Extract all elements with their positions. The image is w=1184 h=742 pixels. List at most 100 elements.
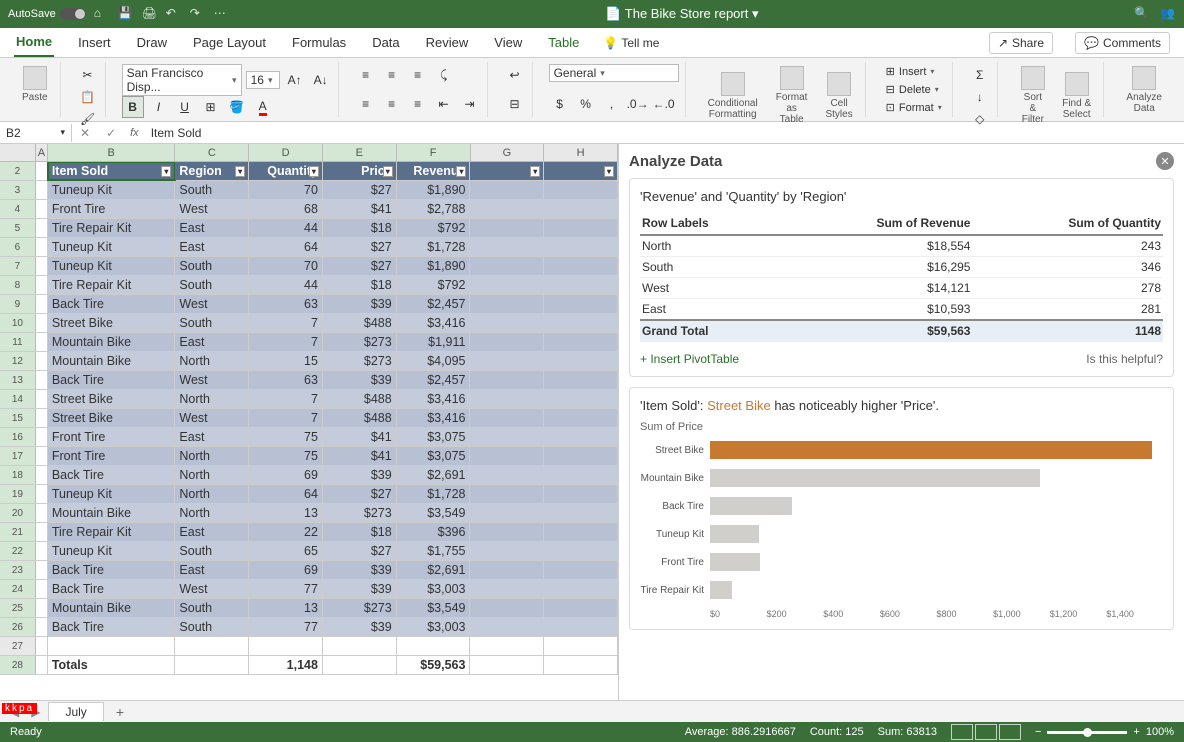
cell[interactable]: 44 <box>249 219 323 237</box>
cell[interactable]: $39 <box>323 466 397 484</box>
cell[interactable]: $27 <box>323 542 397 560</box>
cell[interactable] <box>470 523 544 541</box>
cell[interactable]: Tuneup Kit <box>48 257 176 275</box>
cell[interactable]: $1,728 <box>397 485 471 503</box>
align-middle-icon[interactable]: ≡ <box>381 64 403 86</box>
cell[interactable]: $41 <box>323 447 397 465</box>
cell[interactable]: North <box>175 466 249 484</box>
col-header[interactable]: B <box>48 144 176 161</box>
cell[interactable]: Mountain Bike <box>48 352 176 370</box>
zoom-in-icon[interactable]: + <box>1133 726 1139 738</box>
paste-button[interactable]: Paste <box>16 64 54 105</box>
cell[interactable]: 69 <box>249 561 323 579</box>
cell[interactable]: East <box>175 238 249 256</box>
fx-icon[interactable]: fx <box>124 127 145 139</box>
cell[interactable]: West <box>175 200 249 218</box>
cell[interactable]: 63 <box>249 371 323 389</box>
cell[interactable] <box>470 542 544 560</box>
cell[interactable]: $396 <box>397 523 471 541</box>
cell[interactable]: $488 <box>323 390 397 408</box>
col-header[interactable]: C <box>175 144 249 161</box>
decrease-font-icon[interactable]: A↓ <box>310 69 332 91</box>
cell[interactable]: $27 <box>323 257 397 275</box>
underline-button[interactable]: U <box>174 96 196 118</box>
row-header[interactable]: 19 <box>0 485 36 503</box>
cell[interactable]: North <box>175 485 249 503</box>
col-header[interactable]: E <box>323 144 397 161</box>
cell[interactable]: East <box>175 333 249 351</box>
zoom-out-icon[interactable]: − <box>1035 726 1041 738</box>
cell[interactable] <box>544 580 618 598</box>
cell[interactable] <box>470 333 544 351</box>
cell[interactable]: $488 <box>323 409 397 427</box>
cell[interactable]: $18 <box>323 523 397 541</box>
cell[interactable] <box>544 390 618 408</box>
cell[interactable]: Tire Repair Kit <box>48 276 176 294</box>
cell[interactable]: 70 <box>249 257 323 275</box>
cell[interactable]: North <box>175 504 249 522</box>
home-icon[interactable]: ⌂ <box>94 6 110 22</box>
number-format-dropdown[interactable]: General <box>549 64 679 82</box>
zoom-control[interactable]: − + 100% <box>1035 726 1174 738</box>
row-header[interactable]: 25 <box>0 599 36 617</box>
print-icon[interactable]: 🖨 <box>142 6 158 22</box>
cell[interactable] <box>544 466 618 484</box>
cell[interactable] <box>470 428 544 446</box>
cell[interactable] <box>544 257 618 275</box>
page-layout-view-icon[interactable] <box>975 724 997 740</box>
name-box[interactable]: B2▾ <box>0 124 72 142</box>
cell[interactable]: 22 <box>249 523 323 541</box>
cell[interactable]: 75 <box>249 447 323 465</box>
row-header[interactable]: 6 <box>0 238 36 256</box>
cell[interactable]: Back Tire <box>48 561 176 579</box>
cell[interactable]: Back Tire <box>48 618 176 636</box>
tell-me[interactable]: 💡 Tell me <box>603 36 659 50</box>
cell[interactable]: $3,549 <box>397 504 471 522</box>
cell[interactable]: $273 <box>323 599 397 617</box>
row-header[interactable]: 3 <box>0 181 36 199</box>
cell[interactable] <box>544 656 618 674</box>
helpful-link[interactable]: Is this helpful? <box>1086 352 1163 366</box>
wrap-text-icon[interactable]: ↩ <box>504 64 526 86</box>
cell[interactable]: East <box>175 428 249 446</box>
row-header[interactable]: 23 <box>0 561 36 579</box>
row-header[interactable]: 9 <box>0 295 36 313</box>
cell[interactable]: North <box>175 447 249 465</box>
row-header[interactable]: 8 <box>0 276 36 294</box>
cell[interactable] <box>323 656 397 674</box>
cell[interactable]: 13 <box>249 599 323 617</box>
cell[interactable]: South <box>175 599 249 617</box>
conditional-formatting-button[interactable]: Conditional Formatting <box>702 70 764 122</box>
spreadsheet[interactable]: A B C D E F G H 2Item SoldRegionQuantity… <box>0 144 618 700</box>
cell[interactable]: $273 <box>323 352 397 370</box>
font-color-icon[interactable]: A <box>252 96 274 118</box>
row-header[interactable]: 15 <box>0 409 36 427</box>
cell[interactable] <box>544 542 618 560</box>
cell[interactable]: South <box>175 314 249 332</box>
cell[interactable]: Tuneup Kit <box>48 238 176 256</box>
cell[interactable]: Revenue <box>397 162 471 180</box>
align-right-icon[interactable]: ≡ <box>407 93 429 115</box>
cell[interactable] <box>470 447 544 465</box>
find-select-button[interactable]: Find & Select <box>1056 70 1098 122</box>
cell[interactable]: $41 <box>323 200 397 218</box>
cell[interactable]: West <box>175 580 249 598</box>
col-header[interactable]: F <box>397 144 471 161</box>
cell[interactable] <box>249 637 323 655</box>
cell[interactable]: $2,691 <box>397 466 471 484</box>
cell[interactable]: North <box>175 352 249 370</box>
redo-icon[interactable]: ↷ <box>190 6 206 22</box>
insert-pivottable-link[interactable]: + Insert PivotTable <box>640 352 739 366</box>
zoom-slider[interactable] <box>1047 731 1127 734</box>
cell[interactable]: $1,728 <box>397 238 471 256</box>
cell[interactable]: 77 <box>249 580 323 598</box>
cell[interactable]: 7 <box>249 333 323 351</box>
close-pane-icon[interactable]: ✕ <box>1156 152 1174 170</box>
cell[interactable]: Tuneup Kit <box>48 485 176 503</box>
cell[interactable]: East <box>175 561 249 579</box>
cell[interactable]: Totals <box>48 656 176 674</box>
cancel-formula-icon[interactable]: ✕ <box>72 126 98 140</box>
cell[interactable]: $3,416 <box>397 409 471 427</box>
cell[interactable]: South <box>175 618 249 636</box>
cell[interactable]: $792 <box>397 276 471 294</box>
